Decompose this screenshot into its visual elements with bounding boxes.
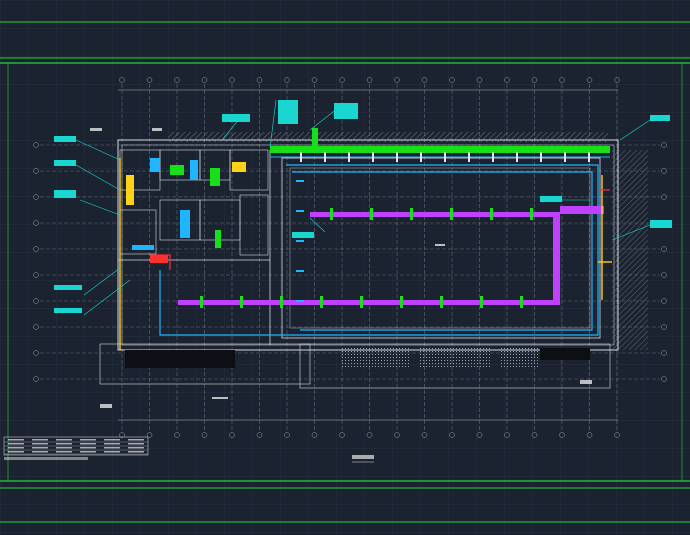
legend-cell bbox=[104, 439, 120, 441]
legend-cell bbox=[32, 443, 48, 445]
duct-fitting bbox=[360, 296, 363, 308]
stair-hatch-right bbox=[612, 150, 648, 350]
duct-fitting bbox=[280, 296, 283, 308]
legend-cell bbox=[80, 439, 96, 441]
legend-cell bbox=[80, 447, 96, 449]
duct-fitting bbox=[440, 296, 443, 308]
duct-fitting bbox=[296, 300, 304, 302]
legend-cell bbox=[8, 439, 24, 441]
legend-cell bbox=[8, 451, 24, 453]
duct-fitting bbox=[450, 208, 453, 220]
pipe-fitting bbox=[300, 152, 302, 162]
legend-cell bbox=[56, 439, 72, 441]
pipe-fitting bbox=[540, 152, 542, 162]
legend-cell bbox=[8, 447, 24, 449]
legend-cell bbox=[128, 451, 144, 453]
duct-fitting bbox=[320, 296, 323, 308]
legend-cell bbox=[56, 443, 72, 445]
legend-cell bbox=[104, 451, 120, 453]
duct-fitting bbox=[296, 240, 304, 242]
duct-fitting bbox=[410, 208, 413, 220]
pipe-fitting bbox=[468, 152, 470, 162]
duct-fitting bbox=[330, 208, 333, 220]
pipe-fitting bbox=[444, 152, 446, 162]
pipe-fitting bbox=[492, 152, 494, 162]
pipe-fitting bbox=[324, 152, 326, 162]
legend-cell bbox=[56, 451, 72, 453]
duct-fitting bbox=[400, 296, 403, 308]
duct-fitting bbox=[370, 208, 373, 220]
legend-cell bbox=[56, 447, 72, 449]
pipe-fitting bbox=[348, 152, 350, 162]
roof-hatch-top bbox=[168, 132, 608, 142]
pipe-fitting bbox=[372, 152, 374, 162]
legend-cell bbox=[8, 443, 24, 445]
pipe-fitting bbox=[588, 152, 590, 162]
duct-fitting bbox=[296, 210, 304, 212]
legend-cell bbox=[104, 443, 120, 445]
legend-cell bbox=[80, 443, 96, 445]
duct-fitting bbox=[520, 296, 523, 308]
duct-fitting bbox=[296, 270, 304, 272]
duct-fitting bbox=[296, 180, 304, 182]
legend-cell bbox=[128, 443, 144, 445]
legend-cell bbox=[32, 451, 48, 453]
pipe-fitting bbox=[420, 152, 422, 162]
duct-fitting bbox=[240, 296, 243, 308]
pipe-fitting bbox=[516, 152, 518, 162]
legend-cell bbox=[80, 451, 96, 453]
pipe-fitting bbox=[564, 152, 566, 162]
pipe-fitting bbox=[396, 152, 398, 162]
duct-fitting bbox=[490, 208, 493, 220]
duct-fitting bbox=[200, 296, 203, 308]
legend-cell bbox=[128, 439, 144, 441]
legend-cell bbox=[32, 447, 48, 449]
duct-fitting bbox=[480, 296, 483, 308]
legend-cell bbox=[104, 447, 120, 449]
duct-fitting bbox=[530, 208, 533, 220]
cad-drawing-canvas bbox=[0, 0, 690, 535]
legend-cell bbox=[32, 439, 48, 441]
legend-cell bbox=[128, 447, 144, 449]
